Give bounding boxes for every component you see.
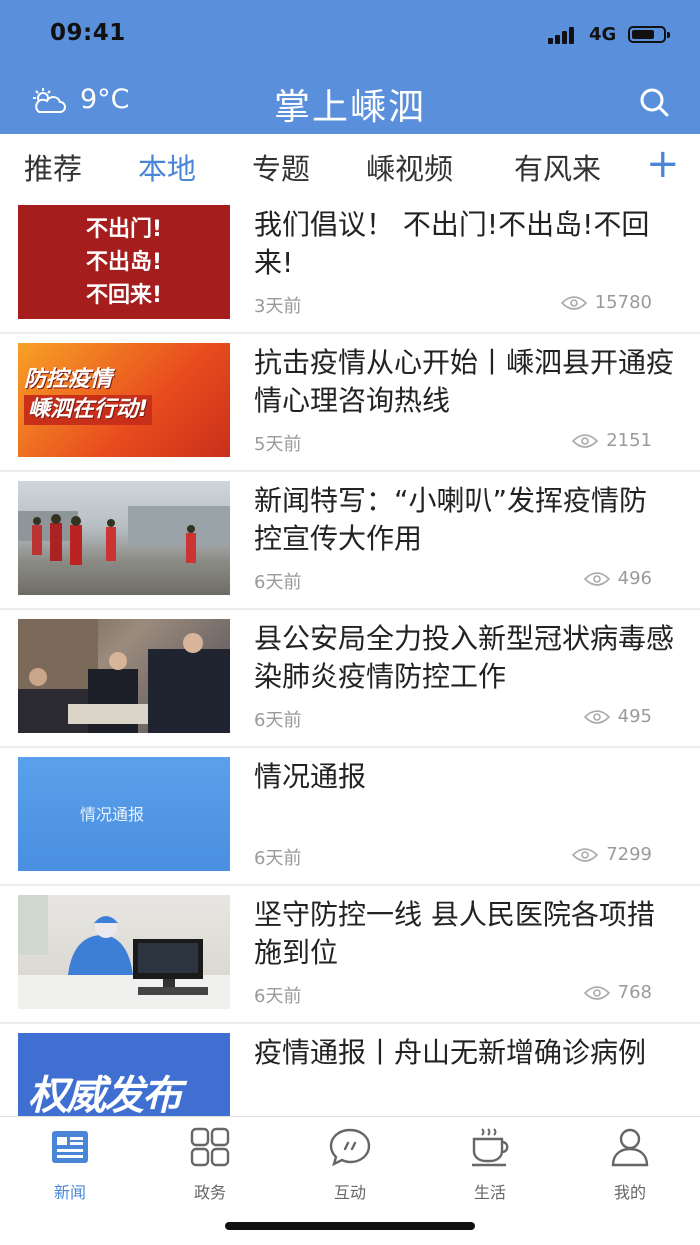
- eye-icon: [572, 433, 599, 448]
- news-title: 坚守防控一线 县人民医院各项措施到位: [254, 898, 655, 969]
- list-item[interactable]: 防控疫情 嵊泗在行动! 抗击疫情从心开始丨嵊泗县开通疫情心理咨询热线 5天前 2…: [0, 334, 700, 472]
- nav-label: 互动: [333, 1183, 366, 1202]
- tab-video[interactable]: 嵊视频: [366, 146, 453, 188]
- news-thumbnail: [18, 619, 230, 733]
- status-bar: 09:41 4G: [0, 0, 700, 70]
- view-count: 15780: [560, 292, 652, 313]
- app-header: 09:41 4G 9°C 掌上嵊泗: [0, 0, 700, 134]
- view-count: 768: [583, 982, 652, 1003]
- view-count: 496: [583, 568, 652, 589]
- eye-icon: [583, 985, 610, 1000]
- news-time: 6天前: [254, 986, 302, 1007]
- view-count: 7299: [572, 844, 652, 865]
- news-title: 我们倡议！ 不出门!不出岛!不回来!: [254, 208, 650, 279]
- news-time: 5天前: [254, 434, 302, 455]
- list-item[interactable]: 县公安局全力投入新型冠状病毒感染肺炎疫情防控工作 6天前 495: [0, 610, 700, 748]
- eye-icon: [560, 295, 587, 310]
- nav-label: 生活: [473, 1183, 506, 1202]
- newspaper-icon: [52, 1131, 88, 1163]
- tab-youfenglai[interactable]: 有风来: [514, 146, 601, 188]
- tab-recommend[interactable]: 推荐: [24, 146, 82, 188]
- user-icon: [611, 1128, 649, 1167]
- view-count: 2151: [572, 430, 652, 451]
- news-thumbnail: [18, 481, 230, 595]
- news-thumbnail: 权威发布: [18, 1033, 230, 1116]
- eye-icon: [583, 709, 610, 724]
- status-time: 09:41: [50, 20, 126, 46]
- eye-icon: [572, 847, 599, 862]
- nav-label: 政务: [193, 1183, 226, 1202]
- coffee-icon: [472, 1128, 509, 1167]
- search-icon[interactable]: [636, 84, 672, 120]
- news-title: 县公安局全力投入新型冠状病毒感染肺炎疫情防控工作: [254, 622, 675, 693]
- news-title: 疫情通报丨舟山无新增确诊病例: [254, 1036, 647, 1069]
- nav-interact[interactable]: 互动: [300, 1127, 400, 1202]
- news-title: 抗击疫情从心开始丨嵊泗县开通疫情心理咨询热线: [254, 346, 675, 417]
- news-list: 不出门! 不出岛! 不回来! 我们倡议！ 不出门!不出岛!不回来! 3天前 15…: [0, 196, 700, 1116]
- signal-icon: [548, 26, 580, 44]
- eye-icon: [583, 571, 610, 586]
- news-thumbnail: 情况通报: [18, 757, 230, 871]
- battery-icon: [628, 26, 670, 43]
- nav-news[interactable]: 新闻: [20, 1127, 120, 1202]
- nav-label: 我的: [613, 1183, 646, 1202]
- news-title: 新闻特写：“小喇叭”发挥疫情防控宣传大作用: [254, 484, 648, 555]
- news-title: 情况通报: [254, 760, 367, 793]
- news-time: 6天前: [254, 572, 302, 593]
- news-thumbnail: 防控疫情 嵊泗在行动!: [18, 343, 230, 457]
- list-item[interactable]: 坚守防控一线 县人民医院各项措施到位 6天前 768: [0, 886, 700, 1024]
- news-thumbnail: [18, 895, 230, 1009]
- tab-topics[interactable]: 专题: [252, 146, 310, 188]
- app-title: 掌上嵊泗: [273, 87, 426, 128]
- chat-icon: [329, 1128, 371, 1167]
- news-time: 3天前: [254, 296, 302, 317]
- network-label: 4G: [589, 24, 617, 45]
- tab-local[interactable]: 本地: [138, 146, 196, 188]
- view-count: 495: [583, 706, 652, 727]
- nav-label: 新闻: [53, 1183, 86, 1202]
- news-thumbnail: 不出门! 不出岛! 不回来!: [18, 205, 230, 319]
- list-item[interactable]: 情况通报 情况通报 6天前 7299: [0, 748, 700, 886]
- nav-government[interactable]: 政务: [160, 1127, 260, 1202]
- list-item[interactable]: 不出门! 不出岛! 不回来! 我们倡议！ 不出门!不出岛!不回来! 3天前 15…: [0, 196, 700, 334]
- channel-tabs: 推荐 本地 专题 嵊视频 有风来 +: [0, 134, 700, 196]
- nav-profile[interactable]: 我的: [580, 1127, 680, 1202]
- list-item[interactable]: 新闻特写：“小喇叭”发挥疫情防控宣传大作用 6天前 496: [0, 472, 700, 610]
- nav-life[interactable]: 生活: [440, 1127, 540, 1202]
- news-time: 6天前: [254, 848, 302, 869]
- list-item[interactable]: 权威发布 疫情通报丨舟山无新增确诊病例: [0, 1024, 700, 1116]
- news-time: 6天前: [254, 710, 302, 731]
- add-channel-button[interactable]: +: [646, 144, 680, 184]
- home-indicator: [225, 1222, 475, 1230]
- grid-icon: [190, 1127, 230, 1167]
